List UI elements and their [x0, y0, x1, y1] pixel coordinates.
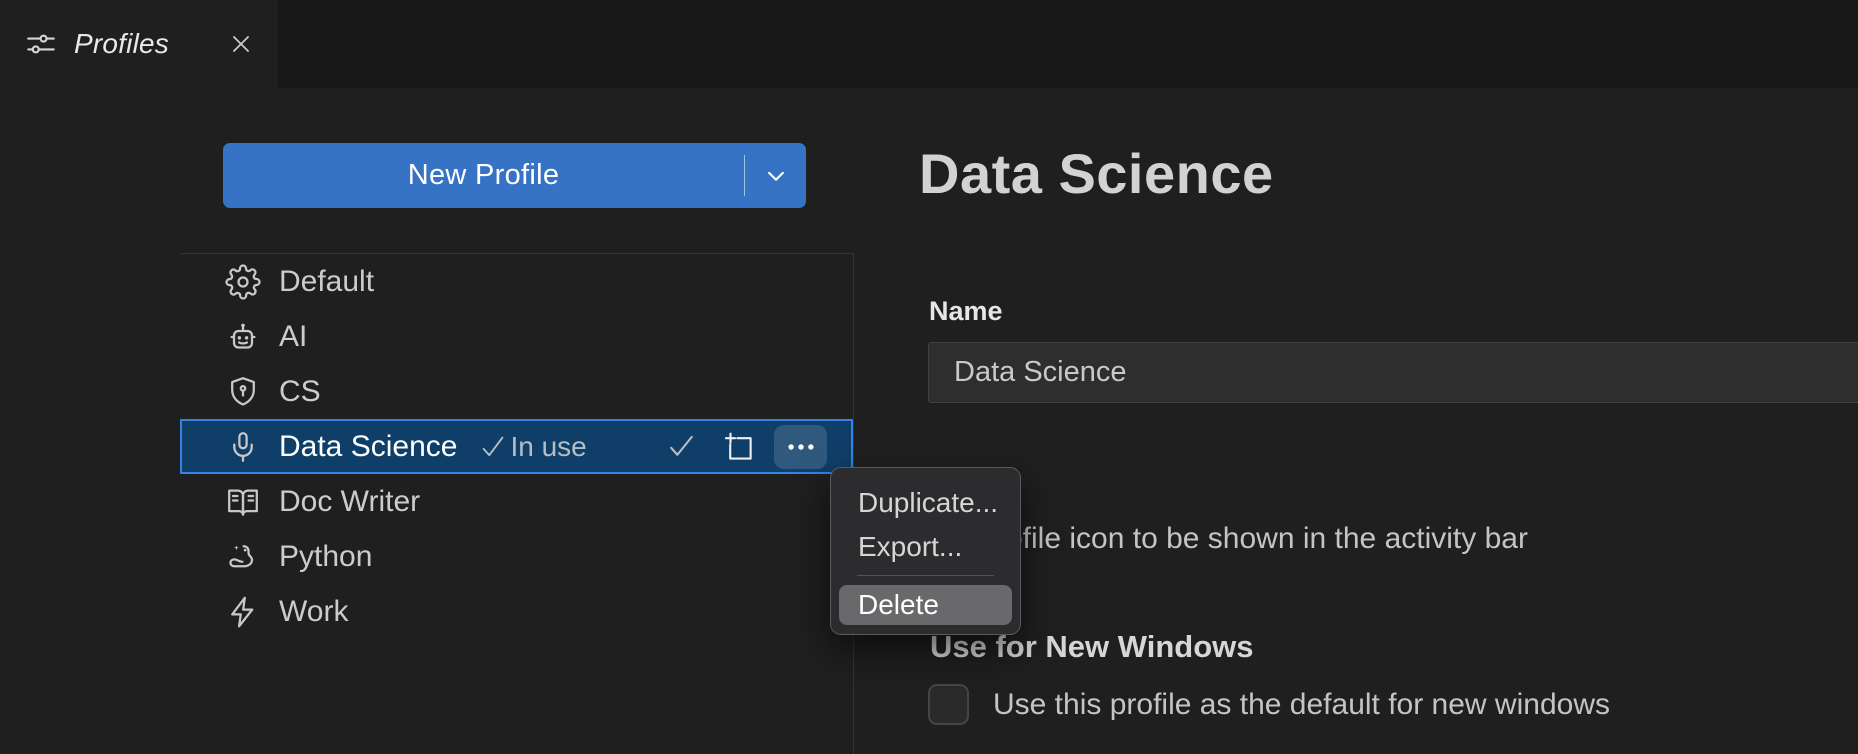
profile-row-ai[interactable]: AI: [180, 309, 853, 364]
profile-detail-title: Data Science: [919, 141, 1274, 206]
new-profile-dropdown-button[interactable]: [745, 143, 806, 208]
snake-icon: [224, 538, 262, 576]
context-menu: Duplicate... Export... Delete: [830, 467, 1021, 635]
profile-row-default[interactable]: Default: [180, 254, 853, 309]
default-for-new-windows-label: Use this profile as the default for new …: [993, 688, 1610, 722]
icon-hint-text: Profile icon to be shown in the activity…: [976, 522, 1528, 556]
profile-row-python[interactable]: Python: [180, 529, 853, 584]
profile-name: Work: [279, 595, 348, 629]
new-profile-button[interactable]: New Profile: [223, 143, 744, 208]
use-profile-check-icon[interactable]: [665, 430, 698, 463]
shield-icon: [224, 373, 262, 411]
more-actions-button[interactable]: [774, 425, 827, 469]
profile-name: Data Science: [279, 430, 457, 464]
profiles-editor-window: Profiles New Profile: [0, 0, 1858, 754]
profile-name: AI: [279, 320, 307, 354]
sliders-icon: [24, 27, 58, 61]
book-icon: [224, 483, 262, 521]
profile-name: CS: [279, 375, 321, 409]
menu-separator: [857, 575, 994, 576]
chevron-down-icon: [761, 161, 791, 191]
name-input-value: Data Science: [954, 356, 1127, 389]
copy-profile-icon[interactable]: [722, 430, 756, 464]
profile-row-data-science[interactable]: Data Science In use: [180, 419, 853, 474]
default-for-new-windows-checkbox[interactable]: [928, 684, 969, 725]
tab-title: Profiles: [74, 28, 169, 60]
menu-item-export[interactable]: Export...: [831, 525, 1020, 569]
new-profile-split-button: New Profile: [223, 143, 806, 208]
profile-name: Doc Writer: [279, 485, 420, 519]
robot-icon: [224, 318, 262, 356]
tab-bar: Profiles: [0, 0, 1858, 88]
mic-icon: [224, 428, 262, 466]
in-use-label: In use: [510, 431, 586, 463]
profile-name: Default: [279, 265, 374, 299]
profile-row-work[interactable]: Work: [180, 584, 853, 639]
name-label: Name: [929, 296, 1003, 327]
in-use-badge: In use: [478, 431, 586, 463]
zap-icon: [224, 593, 262, 631]
row-actions: [665, 421, 851, 472]
gear-icon: [224, 263, 262, 301]
check-icon: [478, 432, 508, 462]
tab-profiles[interactable]: Profiles: [0, 0, 278, 88]
close-icon[interactable]: [228, 31, 254, 57]
profiles-list: Default AI CS: [180, 253, 854, 754]
menu-item-duplicate[interactable]: Duplicate...: [831, 481, 1020, 525]
profile-row-doc-writer[interactable]: Doc Writer: [180, 474, 853, 529]
new-profile-label: New Profile: [408, 159, 560, 192]
profile-row-cs[interactable]: CS: [180, 364, 853, 419]
menu-item-delete[interactable]: Delete: [839, 585, 1012, 625]
name-input[interactable]: Data Science: [928, 342, 1858, 403]
profile-name: Python: [279, 540, 372, 574]
